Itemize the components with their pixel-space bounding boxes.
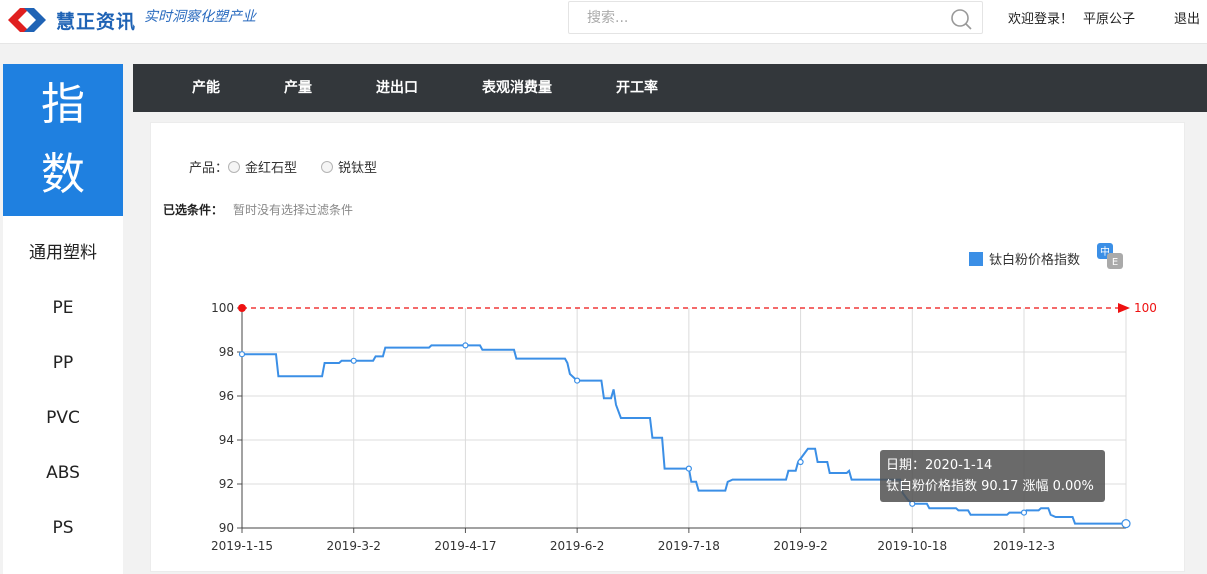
brand-logo[interactable]: 慧正资讯 实时洞察化塑产业: [4, 2, 256, 38]
series-point: [1020, 509, 1028, 516]
series-point: [1121, 519, 1131, 529]
brand-name: 慧正资讯: [56, 10, 137, 33]
x-tick-label: 2019-9-2: [773, 539, 827, 553]
series-point: [462, 342, 469, 349]
x-tick-label: 2019-7-18: [658, 539, 720, 553]
y-tick-label: 96: [219, 389, 234, 403]
series-point: [909, 500, 916, 507]
series-point: [574, 377, 581, 384]
series-point: [797, 458, 804, 466]
nav-item-apparent-consumption[interactable]: 表观消费量: [482, 64, 552, 112]
markline-label: 100: [1134, 301, 1157, 315]
x-tick-label: 2019-6-2: [550, 539, 604, 553]
series-point: [350, 357, 357, 364]
nav-item-operating-rate[interactable]: 开工率: [616, 64, 658, 112]
sidebar-item-general-plastics[interactable]: 通用塑料: [3, 226, 123, 281]
x-tick-label: 2019-3-2: [326, 539, 380, 553]
y-tick-label: 100: [211, 301, 234, 315]
x-tick-label: 2019-10-18: [877, 539, 947, 553]
sidebar-item-ps[interactable]: PS: [3, 501, 123, 556]
top-header: 慧正资讯 实时洞察化塑产业 欢迎登录！ 平原公子 退出: [0, 0, 1207, 44]
sidebar-item-abs[interactable]: ABS: [3, 446, 123, 501]
price-index-chart: 90 92 94 96 98 100 2019-1-15 2019-3-2 2019-4-17 2…: [211, 301, 1157, 553]
sidebar-item-pvc[interactable]: PVC: [3, 391, 123, 446]
x-tick-label: 2019-4-17: [434, 539, 496, 553]
nav-item-import-export[interactable]: 进出口: [376, 64, 418, 112]
nav-item-capacity[interactable]: 产能: [192, 64, 220, 112]
sidebar-item-pp[interactable]: PP: [3, 336, 123, 391]
search-input[interactable]: [569, 2, 929, 33]
y-tick-label: 90: [219, 521, 234, 535]
brand-slogan: 实时洞察化塑产业: [144, 9, 257, 25]
chart-tooltip: 日期：2020-1-14 钛白粉价格指数 90.17 涨幅 0.00%: [880, 450, 1105, 502]
index-char-2: 数: [41, 149, 85, 200]
top-nav: 产能 产量 进出口 表观消费量 开工率: [133, 64, 1207, 112]
welcome-text: 欢迎登录！: [1008, 12, 1074, 27]
index-heading: 指 数: [3, 64, 123, 216]
sidebar-item-pe[interactable]: PE: [3, 281, 123, 336]
y-tick-label: 94: [219, 433, 234, 447]
sidebar: 指 数 通用塑料 PE PP PVC ABS PS: [3, 64, 123, 574]
series-point: [685, 465, 692, 472]
content-panel: 产品： 金红石型 锐钛型 已选条件： 暂时没有选择过滤条件 钛白粉价格指数 中 …: [150, 122, 1185, 572]
x-tick-label: 2019-12-3: [993, 539, 1055, 553]
tooltip-value: 钛白粉价格指数 90.17 涨幅 0.00%: [886, 479, 1094, 494]
brand-mark-icon: [8, 8, 46, 32]
y-tick-label: 92: [219, 477, 234, 491]
nav-item-output[interactable]: 产量: [284, 64, 312, 112]
series-point: [238, 351, 246, 358]
index-char-1: 指: [41, 79, 85, 130]
markline-start-dot: [238, 304, 246, 312]
y-tick-label: 98: [219, 345, 234, 359]
x-tick-label: 2019-1-15: [211, 539, 273, 553]
markline-arrow: [1118, 303, 1130, 313]
sidebar-items: 通用塑料 PE PP PVC ABS PS: [3, 216, 123, 556]
username-link[interactable]: 平原公子: [1083, 8, 1135, 27]
logout-link[interactable]: 退出: [1174, 8, 1200, 27]
search-icon[interactable]: [950, 8, 972, 30]
tooltip-date: 日期：2020-1-14: [886, 458, 993, 473]
search-box: [568, 1, 983, 34]
